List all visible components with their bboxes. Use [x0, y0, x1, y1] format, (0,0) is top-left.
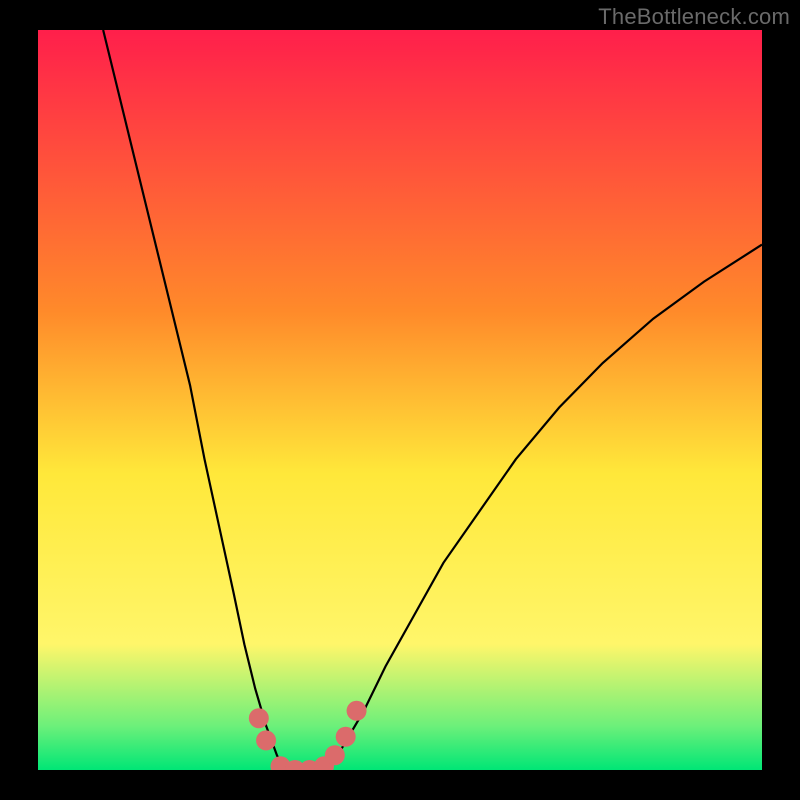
plot-area: [38, 30, 762, 770]
figure-root: TheBottleneck.com: [0, 0, 800, 800]
marker-dot: [336, 727, 356, 747]
watermark-text: TheBottleneck.com: [598, 4, 790, 30]
marker-dot: [347, 701, 367, 721]
marker-dot: [249, 708, 269, 728]
marker-dot: [256, 730, 276, 750]
marker-dot: [325, 745, 345, 765]
chart-svg: [38, 30, 762, 770]
gradient-background: [38, 30, 762, 770]
